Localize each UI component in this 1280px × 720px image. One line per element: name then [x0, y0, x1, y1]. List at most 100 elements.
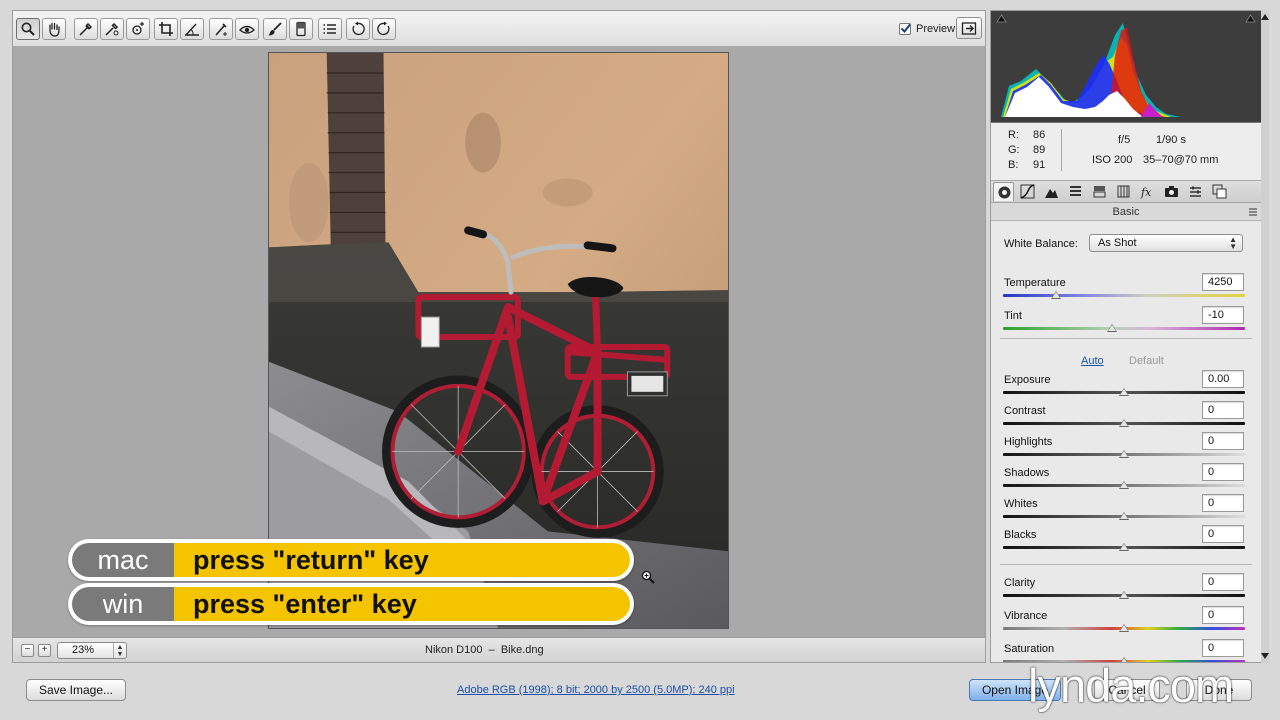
workflow-options-link[interactable]: Adobe RGB (1998); 8 bit; 2000 by 2500 (5… [457, 684, 735, 696]
tab-split-toning[interactable] [1089, 182, 1110, 201]
zoom-cursor-icon [641, 570, 655, 584]
saturation-value-field[interactable]: 0 [1202, 639, 1244, 657]
tab-lens-corrections[interactable] [1113, 182, 1134, 201]
shadow-clipping-warning-icon[interactable] [996, 13, 1007, 24]
lens-icon [1117, 185, 1130, 198]
checkmark-icon [900, 23, 911, 34]
rotate-right-icon [377, 21, 390, 36]
preview-toggle[interactable]: Preview [899, 21, 955, 37]
eye-icon [239, 25, 255, 34]
tint-value-field[interactable]: -10 [1202, 306, 1244, 324]
target-icon [132, 22, 144, 35]
whites-value-field[interactable]: 0 [1202, 494, 1244, 512]
scroll-up-arrow-icon[interactable] [1261, 14, 1269, 20]
zoom-level-select[interactable]: 23% ▲ ▼ [57, 642, 127, 659]
vibrance-label: Vibrance [1004, 610, 1048, 622]
win-shortcut-caption: win press "enter" key [68, 583, 634, 625]
panel-scrollbar[interactable] [1261, 10, 1269, 663]
blue-value: 91 [1033, 159, 1046, 171]
spot-removal-tool-button[interactable] [209, 18, 233, 40]
rotate-left-button[interactable] [346, 18, 370, 40]
zoom-out-button[interactable]: − [21, 644, 34, 657]
tint-slider-track[interactable] [1003, 327, 1245, 330]
targeted-adjustment-tool-button[interactable] [126, 18, 150, 40]
save-image-button[interactable]: Save Image... [26, 679, 126, 701]
straighten-tool-button[interactable] [180, 18, 204, 40]
clarity-label: Clarity [1004, 577, 1036, 589]
auto-button[interactable]: Auto [1081, 355, 1104, 367]
tab-tone-curve[interactable] [1017, 182, 1038, 201]
vibrance-slider-thumb[interactable] [1119, 624, 1129, 632]
hand-tool-button[interactable] [42, 18, 66, 40]
fullscreen-button[interactable] [956, 17, 982, 39]
tab-hsl[interactable] [1065, 182, 1086, 201]
red-value: 86 [1033, 129, 1046, 141]
white-balance-label: White Balance: [1004, 238, 1078, 250]
green-readout: G: 89 [1008, 144, 1052, 156]
fx-icon: fx [1140, 186, 1152, 199]
temperature-slider-thumb[interactable] [1051, 291, 1062, 299]
preferences-button[interactable] [318, 18, 342, 40]
tab-presets[interactable] [1185, 182, 1206, 201]
panel-tabs: fx [991, 181, 1261, 203]
white-balance-tool-button[interactable] [74, 18, 98, 40]
tab-effects[interactable]: fx [1137, 182, 1158, 201]
adjustment-brush-tool-button[interactable] [263, 18, 287, 40]
hsl-icon [1070, 186, 1081, 196]
histogram-readout: R: 86 G: 89 B: 91 f/5 1/90 s ISO 200 35–70@… [991, 123, 1261, 181]
lynda-logo: lynda.com [1028, 659, 1234, 712]
eyedropper-icon [79, 22, 93, 36]
graduated-filter-tool-button[interactable] [289, 18, 313, 40]
preview-checkbox[interactable] [899, 23, 911, 35]
tab-basic[interactable] [993, 182, 1014, 201]
zoom-tool-button[interactable] [16, 18, 40, 40]
panel-title: Basic [1112, 206, 1140, 218]
section-divider [1000, 338, 1252, 339]
blacks-slider-thumb[interactable] [1119, 543, 1129, 551]
scroll-down-arrow-icon[interactable] [1261, 653, 1269, 659]
clarity-slider-row: Clarity 0 [991, 573, 1261, 609]
highlights-value-field[interactable]: 0 [1202, 432, 1244, 450]
temperature-value-field[interactable]: 4250 [1202, 273, 1244, 291]
zoom-in-button[interactable]: + [38, 644, 51, 657]
shadows-value-field[interactable]: 0 [1202, 463, 1244, 481]
shadows-slider-thumb[interactable] [1119, 481, 1129, 489]
tab-detail[interactable] [1041, 182, 1062, 201]
color-sampler-tool-button[interactable] [100, 18, 124, 40]
blacks-value-field[interactable]: 0 [1202, 525, 1244, 543]
whites-slider-thumb[interactable] [1119, 512, 1129, 520]
tab-snapshots[interactable] [1209, 182, 1230, 201]
white-balance-select[interactable]: As Shot ▲ ▼ [1089, 234, 1243, 252]
lens-value: 35–70@70 mm [1143, 154, 1219, 166]
section-divider [1000, 564, 1252, 565]
win-os-label: win [72, 587, 174, 621]
tint-label: Tint [1004, 310, 1022, 322]
rotate-right-button[interactable] [372, 18, 396, 40]
exposure-slider-thumb[interactable] [1119, 388, 1129, 396]
saturation-label: Saturation [1004, 643, 1055, 655]
temperature-slider-track[interactable] [1003, 294, 1245, 297]
exposure-value-field[interactable]: 0.00 [1202, 370, 1244, 388]
tab-camera-calibration[interactable] [1161, 182, 1182, 201]
hand-icon [49, 22, 60, 37]
clarity-value-field[interactable]: 0 [1202, 573, 1244, 591]
blacks-label: Blacks [1004, 529, 1037, 541]
temperature-label: Temperature [1004, 277, 1066, 289]
win-shortcut-text: press "enter" key [174, 587, 630, 621]
blue-readout: B: 91 [1008, 159, 1052, 171]
clarity-slider-thumb[interactable] [1119, 591, 1129, 599]
highlights-label: Highlights [1004, 436, 1053, 448]
split-toning-icon [1093, 186, 1106, 198]
green-value: 89 [1033, 144, 1046, 156]
highlight-clipping-warning-icon[interactable] [1245, 13, 1256, 24]
contrast-value-field[interactable]: 0 [1202, 401, 1244, 419]
shadows-label: Shadows [1004, 467, 1050, 479]
tint-slider-thumb[interactable] [1106, 324, 1117, 332]
contrast-slider-thumb[interactable] [1119, 419, 1129, 427]
highlights-slider-thumb[interactable] [1119, 450, 1129, 458]
default-button[interactable]: Default [1129, 355, 1164, 367]
vibrance-value-field[interactable]: 0 [1202, 606, 1244, 624]
red-eye-removal-tool-button[interactable] [235, 18, 259, 40]
crop-tool-button[interactable] [154, 18, 178, 40]
panel-menu-icon[interactable] [1247, 206, 1259, 218]
